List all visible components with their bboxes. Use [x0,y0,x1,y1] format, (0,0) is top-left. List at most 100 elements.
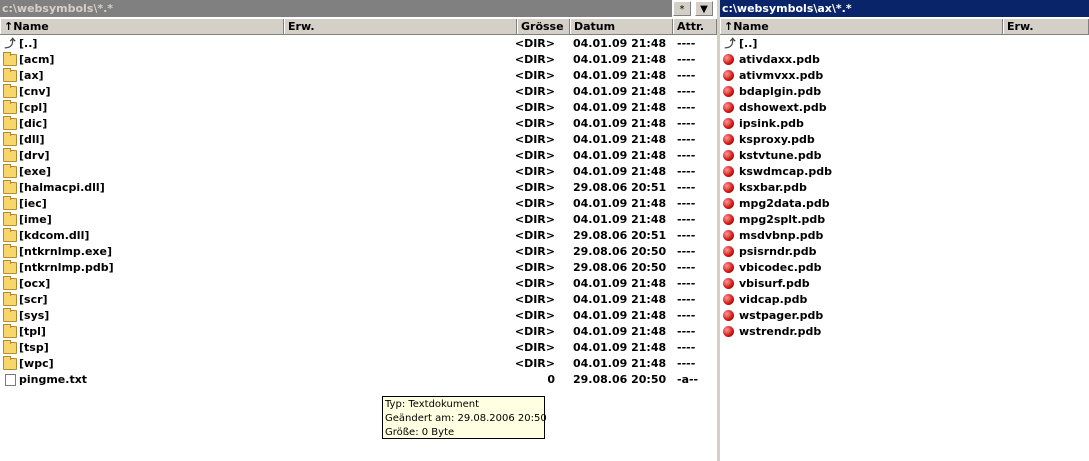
file-date: 04.01.09 21:48 [573,53,667,66]
file-row[interactable]: mpg2data.pdb [720,196,1089,212]
file-size: <DIR> [514,293,555,306]
file-attributes: ---- [677,37,696,50]
file-row[interactable]: dshowext.pdb [720,100,1089,116]
folder-icon [3,196,17,210]
pdb-file-icon [723,230,734,241]
file-row[interactable]: ativmvxx.pdb [720,68,1089,84]
file-row[interactable]: [tsp] <DIR> 04.01.09 21:48 ---- [0,340,717,356]
file-row[interactable]: [halmacpi.dll] <DIR> 29.08.06 20:51 ---- [0,180,717,196]
file-name: bdaplgin.pdb [739,85,822,98]
file-row[interactable]: [dic] <DIR> 04.01.09 21:48 ---- [0,116,717,132]
right-column-header: ↑Name Erw. [720,19,1089,35]
file-row[interactable]: [acm] <DIR> 04.01.09 21:48 ---- [0,52,717,68]
file-name: [sys] [19,309,50,322]
file-row[interactable]: [iec] <DIR> 04.01.09 21:48 ---- [0,196,717,212]
left-path-bar[interactable]: c:\websymbols\*.* [0,0,672,17]
file-attributes: ---- [677,261,696,274]
file-name: [..] [739,37,758,50]
file-row[interactable]: [exe] <DIR> 04.01.09 21:48 ---- [0,164,717,180]
file-row[interactable]: ksxbar.pdb [720,180,1089,196]
file-size: <DIR> [514,133,555,146]
folder-icon [3,340,17,354]
pdb-file-icon [723,326,734,337]
file-size: <DIR> [514,261,555,274]
file-row[interactable]: [sys] <DIR> 04.01.09 21:48 ---- [0,308,717,324]
dropdown-button[interactable]: ▼ [695,1,713,16]
file-row[interactable]: wstrendr.pdb [720,324,1089,340]
file-row[interactable]: [scr] <DIR> 04.01.09 21:48 ---- [0,292,717,308]
folder-icon [3,116,17,130]
file-row[interactable]: ⤴ [..] <DIR> 04.01.09 21:48 ---- [0,36,717,52]
file-row[interactable]: wstpager.pdb [720,308,1089,324]
folder-icon [3,228,17,242]
file-attributes: ---- [677,229,696,242]
file-row[interactable]: [dll] <DIR> 04.01.09 21:48 ---- [0,132,717,148]
folder-icon [3,324,17,338]
file-row[interactable]: ⤴ [..] [720,36,1089,52]
file-row[interactable]: [cnv] <DIR> 04.01.09 21:48 ---- [0,84,717,100]
file-row[interactable]: [kdcom.dll] <DIR> 29.08.06 20:51 ---- [0,228,717,244]
file-row[interactable]: ipsink.pdb [720,116,1089,132]
column-date-header[interactable]: Datum [570,19,673,34]
file-row[interactable]: ksproxy.pdb [720,132,1089,148]
folder-icon [3,180,17,194]
file-date: 29.08.06 20:51 [573,229,667,242]
file-row[interactable]: [tpl] <DIR> 04.01.09 21:48 ---- [0,324,717,340]
file-row[interactable]: [ax] <DIR> 04.01.09 21:48 ---- [0,68,717,84]
file-row[interactable]: psisrndr.pdb [720,244,1089,260]
pdb-file-icon [723,118,734,129]
folder-icon [3,292,17,306]
file-date: 04.01.09 21:48 [573,309,667,322]
file-row[interactable]: vidcap.pdb [720,292,1089,308]
star-filter-button[interactable]: * [673,1,691,16]
file-row[interactable]: msdvbnp.pdb [720,228,1089,244]
file-size: <DIR> [514,245,555,258]
file-row[interactable]: pingme.txt 0 29.08.06 20:50 -a-- [0,372,717,388]
folder-icon [3,100,17,114]
file-size: <DIR> [514,117,555,130]
file-date: 04.01.09 21:48 [573,197,667,210]
file-row[interactable]: [drv] <DIR> 04.01.09 21:48 ---- [0,148,717,164]
right-file-panel[interactable]: c:\websymbols\ax\*.* ↑Name Erw. ⤴ [..] ati… [720,0,1089,461]
parent-folder-icon: ⤴ [4,37,16,50]
file-row[interactable]: kstvtune.pdb [720,148,1089,164]
file-row[interactable]: [ntkrnlmp.exe] <DIR> 29.08.06 20:50 ---- [0,244,717,260]
file-name: [cpl] [19,101,48,114]
file-date: 04.01.09 21:48 [573,133,667,146]
file-row[interactable]: [cpl] <DIR> 04.01.09 21:48 ---- [0,100,717,116]
file-row[interactable]: vbicodec.pdb [720,260,1089,276]
file-row[interactable]: kswdmcap.pdb [720,164,1089,180]
file-name: [drv] [19,149,50,162]
column-ext-header[interactable]: Erw. [284,19,517,34]
column-size-header[interactable]: Grösse [517,19,570,34]
file-row[interactable]: ativdaxx.pdb [720,52,1089,68]
left-file-panel[interactable]: c:\websymbols\*.* * ▼ ↑Name Erw. Grösse … [0,0,717,461]
file-name: vbisurf.pdb [739,277,810,290]
file-name: [..] [19,37,38,50]
file-row[interactable]: bdaplgin.pdb [720,84,1089,100]
folder-icon [3,244,17,258]
file-name: ksproxy.pdb [739,133,815,146]
file-date: 04.01.09 21:48 [573,341,667,354]
file-name: [dll] [19,133,45,146]
file-size: <DIR> [514,181,555,194]
pdb-file-icon [723,214,734,225]
file-date: 29.08.06 20:50 [573,245,667,258]
file-attributes: ---- [677,149,696,162]
file-name: dshowext.pdb [739,101,827,114]
file-row[interactable]: [ocx] <DIR> 04.01.09 21:48 ---- [0,276,717,292]
file-row[interactable]: vbisurf.pdb [720,276,1089,292]
file-date: 04.01.09 21:48 [573,117,667,130]
file-row[interactable]: [ime] <DIR> 04.01.09 21:48 ---- [0,212,717,228]
column-ext-header[interactable]: Erw. [1003,19,1089,34]
file-size: <DIR> [514,197,555,210]
column-attr-header[interactable]: Attr. [673,19,717,34]
file-row[interactable]: [ntkrnlmp.pdb] <DIR> 29.08.06 20:50 ---- [0,260,717,276]
column-name-header[interactable]: ↑Name [0,19,284,34]
file-row[interactable]: [wpc] <DIR> 04.01.09 21:48 ---- [0,356,717,372]
column-name-header[interactable]: ↑Name [720,19,1003,34]
pdb-file-icon [723,54,734,65]
right-path-bar[interactable]: c:\websymbols\ax\*.* [720,0,1089,17]
file-attributes: ---- [677,245,696,258]
file-row[interactable]: mpg2splt.pdb [720,212,1089,228]
